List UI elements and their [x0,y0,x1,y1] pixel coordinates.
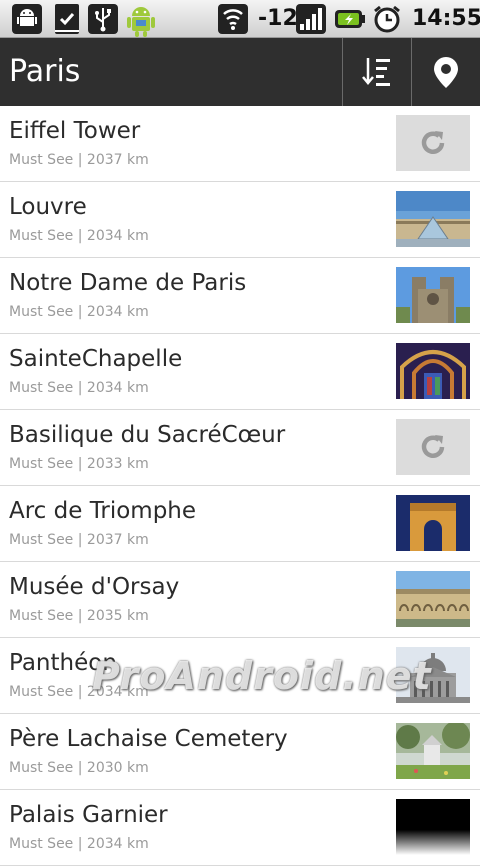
thumbnail-loading [396,115,470,171]
thumbnail-loading [396,419,470,475]
list-item[interactable]: Arc de Triomphe Must See | 2037 km [0,486,480,562]
download-complete-icon [52,4,82,34]
refresh-icon [421,435,445,458]
place-meta: Must See | 2035 km [9,608,149,624]
signal-icon [296,4,326,34]
clock-time: 14:55 [412,6,480,31]
place-name: Père Lachaise Cemetery [9,726,288,752]
place-meta: Must See | 2030 km [9,760,149,776]
place-meta: Must See | 2037 km [9,152,149,168]
action-bar: Paris [0,38,480,106]
place-meta: Must See | 2034 km [9,228,149,244]
android-debug-icon [12,4,42,34]
list-item[interactable]: Notre Dame de Paris Must See | 2034 km [0,258,480,334]
place-meta: Must See | 2034 km [9,304,149,320]
location-button[interactable] [411,38,480,106]
alarm-icon [372,4,402,34]
list-item[interactable]: Père Lachaise Cemetery Must See | 2030 k… [0,714,480,790]
place-name: Notre Dame de Paris [9,270,247,296]
list-item[interactable]: Palais Garnier Must See | 2034 km [0,790,480,866]
status-bar: -12 14:55 [0,0,480,38]
list-item[interactable]: SainteChapelle Must See | 2034 km [0,334,480,410]
place-name: Louvre [9,194,87,220]
map-pin-icon [434,57,458,88]
places-list: Eiffel Tower Must See | 2037 km Louvre M… [0,106,480,866]
list-item[interactable]: Louvre Must See | 2034 km [0,182,480,258]
refresh-icon [421,131,445,154]
sort-button[interactable] [342,38,410,106]
list-item[interactable]: Musée d'Orsay Must See | 2035 km [0,562,480,638]
place-name: SainteChapelle [9,346,183,372]
thumbnail-arc-de-triomphe [396,495,470,551]
thumbnail-musee-orsay [396,571,470,627]
signal-strength-text: -12 [258,6,298,31]
thumbnail-sainte-chapelle [396,343,470,399]
place-meta: Must See | 2034 km [9,836,149,852]
list-item[interactable]: Eiffel Tower Must See | 2037 km [0,106,480,182]
battery-charging-icon [334,4,366,34]
wifi-icon [218,4,248,34]
sort-icon [361,58,390,86]
place-name: Musée d'Orsay [9,574,180,600]
place-name: Palais Garnier [9,802,168,828]
place-name: Arc de Triomphe [9,498,197,524]
list-item[interactable]: Basilique du SacréCœur Must See | 2033 k… [0,410,480,486]
place-meta: Must See | 2037 km [9,532,149,548]
place-meta: Must See | 2033 km [9,456,149,472]
place-name: Basilique du SacréCœur [9,422,286,448]
thumbnail-notre-dame [396,267,470,323]
thumbnail-cemetery [396,723,470,779]
usb-icon [88,4,118,34]
watermark: ProAndroid.net [92,654,432,698]
place-name: Eiffel Tower [9,118,141,144]
thumbnail-palais-garnier [396,799,470,855]
android-robot-icon [122,4,160,37]
page-title: Paris [9,54,81,89]
thumbnail-louvre [396,191,470,247]
place-meta: Must See | 2034 km [9,380,149,396]
